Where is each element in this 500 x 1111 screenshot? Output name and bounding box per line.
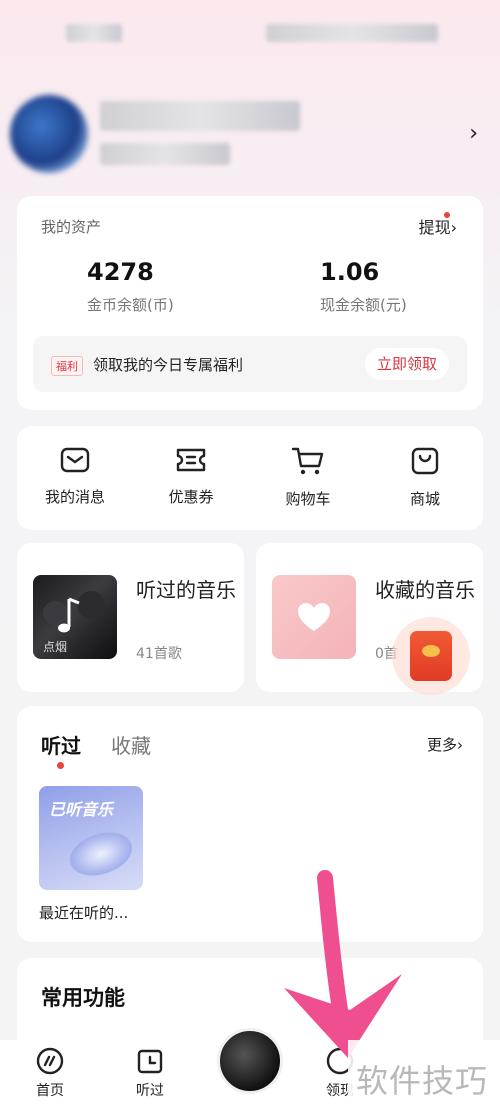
tab-listened[interactable]: 听过 [41,730,81,759]
quick-item-label: 优惠券 [168,488,214,506]
red-packet-icon [410,631,452,681]
home-icon [36,1047,64,1075]
watermark-text: 软件技巧 [356,1062,489,1100]
watermark: 软件技巧 [348,1040,500,1111]
status-bar [0,18,500,48]
tab-favorites[interactable]: 收藏 [111,730,151,759]
more-label: 更多 [426,736,457,754]
welfare-banner[interactable]: 福利 领取我的今日专属福利 立即领取 [33,336,467,392]
welfare-tag: 福利 [51,356,83,376]
chevron-right-icon[interactable]: › [469,121,478,146]
tab-history[interactable]: 听过 [115,1046,185,1100]
notification-dot [444,212,450,218]
withdraw-label: 提现 [418,218,451,237]
cash-balance-label: 现金余额(元) [320,296,407,314]
quick-item-shop[interactable]: 商城 [375,446,475,509]
tab-home-label: 首页 [36,1083,64,1099]
shop-bag-icon [411,447,439,475]
music-note-icon: 点烟 [43,591,105,654]
username-blurred [100,101,300,131]
heart-icon [298,603,330,631]
favorite-cover [272,575,356,659]
history-card: 听过 收藏 更多› 已听音乐 最近在听的... [17,706,483,942]
coupon-icon [176,448,206,472]
coin-balance-value[interactable]: 4278 [87,258,154,286]
listened-music-count: 41首歌 [136,646,182,662]
svg-text:点烟: 点烟 [43,640,67,654]
listened-music-title: 听过的音乐 [136,578,236,602]
common-functions-title: 常用功能 [41,986,125,1010]
status-time-blurred [66,24,122,42]
profile-header[interactable]: › [10,95,490,175]
tab-history-label: 听过 [136,1083,164,1099]
recent-playlist-cover[interactable]: 已听音乐 [39,786,143,890]
quick-item-label: 购物车 [285,490,331,508]
avatar[interactable] [10,95,88,173]
recent-playlist-label: 最近在听的... [39,904,129,922]
message-icon [60,447,90,473]
user-info-blurred [100,143,230,165]
withdraw-link[interactable]: 提现› [419,214,457,238]
cash-balance-value[interactable]: 1.06 [320,258,379,286]
recent-cover-text: 已听音乐 [49,800,114,819]
more-link[interactable]: 更多› [427,734,463,755]
listened-music-card[interactable]: 点烟 听过的音乐 41首歌 [17,543,244,692]
history-icon [137,1049,163,1074]
coin-icon [422,645,440,657]
disc-icon [64,825,138,883]
quick-item-label: 商城 [409,490,440,508]
quick-item-label: 我的消息 [44,488,105,506]
quick-item-messages[interactable]: 我的消息 [25,446,125,507]
claim-welfare-button[interactable]: 立即领取 [364,348,449,380]
album-cover: 点烟 [33,575,117,659]
quick-actions-card: 我的消息 优惠券 购物车 商城 [17,426,483,530]
tab-home[interactable]: 首页 [15,1046,85,1100]
welfare-text: 领取我的今日专属福利 [93,356,244,374]
favorite-music-title: 收藏的音乐 [375,578,475,602]
active-tab-indicator [57,762,64,769]
status-icons-blurred [266,24,438,42]
red-packet-button[interactable] [392,617,470,695]
cart-icon [291,447,324,475]
assets-card: 我的资产 提现› 4278 金币余额(币) 1.06 现金余额(元) 福利 领取… [17,196,483,410]
quick-item-cart[interactable]: 购物车 [258,446,358,509]
coin-balance-label: 金币余额(币) [87,296,174,314]
assets-title: 我的资产 [41,218,102,236]
quick-item-coupons[interactable]: 优惠券 [141,446,241,507]
now-playing-button[interactable] [217,1028,283,1094]
